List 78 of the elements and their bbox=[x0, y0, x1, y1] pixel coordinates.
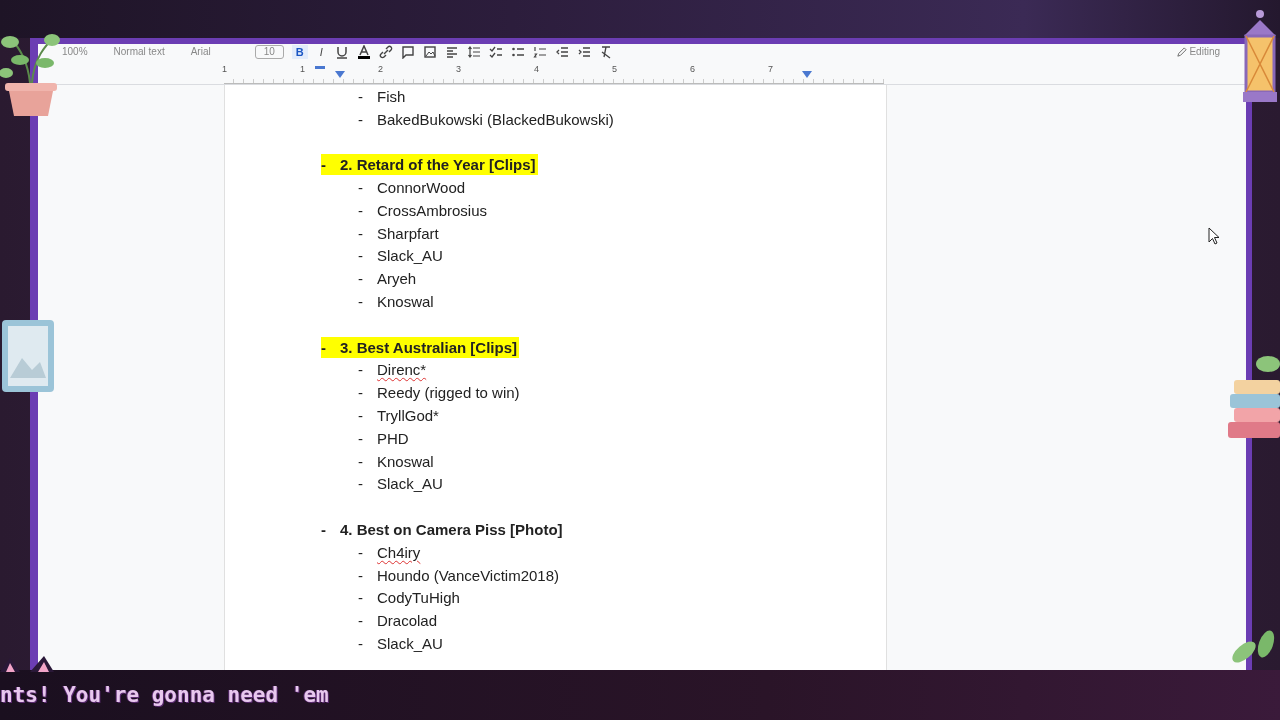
section-heading: 3. Best Australian [Clips] bbox=[340, 336, 519, 358]
list-item-text: CrossAmbrosius bbox=[377, 201, 488, 219]
list-item-text: CodyTuHigh bbox=[377, 589, 460, 607]
list-dash: - bbox=[321, 336, 340, 358]
list-dash: - bbox=[358, 612, 364, 630]
list-dash: - bbox=[358, 270, 364, 288]
cat-ears-drawing bbox=[0, 656, 56, 672]
list-dash: - bbox=[358, 543, 364, 561]
style-dropdown[interactable]: Normal text bbox=[109, 45, 179, 59]
ruler-number: 5 bbox=[612, 64, 617, 74]
list-item-text: ConnorWood bbox=[377, 179, 466, 197]
mouse-pointer-icon bbox=[1208, 227, 1220, 245]
editing-mode-button[interactable]: Editing bbox=[1172, 45, 1224, 59]
checklist-icon[interactable] bbox=[488, 45, 503, 59]
list-item-text: Houndo (VanceVictim2018) bbox=[377, 566, 560, 584]
list-item-text: Slack_AU bbox=[377, 247, 443, 265]
list-item-text: Reedy (rigged to win) bbox=[377, 384, 520, 402]
ruler-number: 7 bbox=[768, 64, 773, 74]
list-item-text: Ch4iry bbox=[377, 543, 421, 561]
comment-icon[interactable] bbox=[400, 45, 415, 59]
list-dash: - bbox=[358, 407, 364, 425]
list-item-text: Direnc* bbox=[377, 361, 427, 379]
ruler-number: 1 bbox=[300, 64, 305, 74]
align-left-icon[interactable] bbox=[444, 45, 459, 59]
list-dash: - bbox=[358, 475, 364, 493]
bulleted-list-icon[interactable] bbox=[510, 45, 525, 59]
list-dash: - bbox=[358, 452, 364, 470]
list-dash: - bbox=[358, 179, 364, 197]
ticker-text: nts! You're gonna need 'em bbox=[0, 683, 329, 707]
list-dash: - bbox=[358, 293, 364, 311]
list-dash: - bbox=[358, 110, 364, 128]
list-item-text: TryllGod* bbox=[377, 407, 439, 425]
list-item-text: Sharpfart bbox=[377, 224, 439, 242]
list-dash: - bbox=[358, 224, 364, 242]
indent-marker[interactable] bbox=[315, 66, 325, 69]
list-item-text: Aryeh bbox=[377, 270, 417, 288]
list-item-text: Knoswal bbox=[377, 452, 434, 470]
list-item-text: Knoswal bbox=[377, 293, 434, 311]
list-dash: - bbox=[358, 361, 364, 379]
indent-marker[interactable] bbox=[335, 71, 345, 78]
list-item-text: BakedBukowski (BlackedBukowski) bbox=[377, 110, 614, 128]
format-button[interactable]: B bbox=[291, 45, 308, 59]
pencil-icon bbox=[1176, 46, 1188, 58]
zoom-dropdown[interactable]: 100% bbox=[58, 45, 102, 59]
increase-indent-icon[interactable] bbox=[576, 45, 591, 59]
list-dash: - bbox=[358, 429, 364, 447]
numbered-list-icon[interactable] bbox=[532, 45, 547, 59]
section-heading: 4. Best on Camera Piss [Photo] bbox=[340, 520, 564, 541]
decrease-indent-icon[interactable] bbox=[554, 45, 569, 59]
list-item-text: Slack_AU bbox=[377, 475, 443, 493]
text-color-icon[interactable] bbox=[356, 45, 371, 59]
list-item-text: PHD bbox=[377, 429, 409, 447]
list-dash: - bbox=[358, 384, 364, 402]
format-button[interactable]: I bbox=[315, 45, 327, 59]
link-icon[interactable] bbox=[378, 45, 393, 59]
list-dash: - bbox=[358, 635, 364, 652]
list-dash: - bbox=[358, 589, 364, 607]
ruler-number: 4 bbox=[534, 64, 539, 74]
ruler-number: 2 bbox=[378, 64, 383, 74]
list-dash: - bbox=[358, 87, 364, 105]
indent-marker[interactable] bbox=[802, 71, 812, 78]
list-dash: - bbox=[321, 154, 340, 176]
list-item-text: Dracolad bbox=[377, 612, 438, 630]
list-item-text: Fish bbox=[377, 87, 406, 105]
image-icon[interactable] bbox=[422, 45, 437, 59]
section-heading: 2. Retard of the Year [Clips] bbox=[340, 154, 538, 176]
font-size-field[interactable]: 10 bbox=[254, 45, 284, 59]
list-dash: - bbox=[358, 566, 364, 584]
ruler-number: 6 bbox=[690, 64, 695, 74]
font-dropdown[interactable]: Arial bbox=[186, 45, 247, 59]
list-dash: - bbox=[321, 520, 327, 541]
ruler-number: 3 bbox=[456, 64, 461, 74]
underline-icon[interactable] bbox=[334, 45, 349, 59]
list-item-text: Slack_AU bbox=[377, 635, 443, 652]
ruler-number: 1 bbox=[222, 64, 227, 74]
list-dash: - bbox=[358, 247, 364, 265]
list-dash: - bbox=[358, 201, 364, 219]
line-spacing-icon[interactable] bbox=[466, 45, 481, 59]
